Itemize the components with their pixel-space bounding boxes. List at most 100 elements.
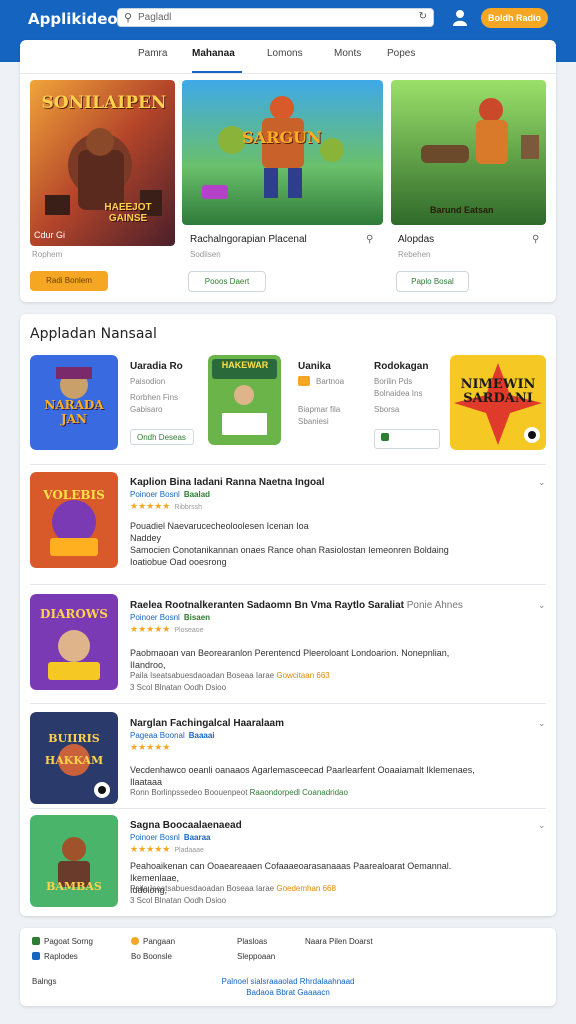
app-row-4-icon[interactable]: [30, 815, 118, 907]
chevron-down-icon[interactable]: ⌄: [538, 718, 546, 729]
app-row-2-tag: Bisaen: [183, 613, 211, 622]
footer-link-6[interactable]: Bo Boonsle: [131, 952, 172, 961]
star-icons: ★★★★★: [130, 742, 171, 752]
tab-monts[interactable]: Monts: [334, 48, 361, 59]
footer-link-1-label: Pagoat Sorng: [44, 937, 93, 946]
app-row-3-rating: ★★★★★: [130, 742, 170, 753]
app-row-2-meta-text: Paila Iseatsabuesdaoadan Boseaa Iarae: [130, 671, 275, 680]
footer-link-7[interactable]: Sleppoaan: [237, 952, 275, 961]
footer-link-5[interactable]: Raplodes: [32, 952, 78, 961]
app-row-4-meta2: 3 Scol Blnatan Oodh Dsioo: [130, 896, 227, 905]
app-row-3-sub: Pageaa Boonal Baaaai: [130, 731, 215, 740]
mini-app-1-title[interactable]: Uaradia Ro: [130, 361, 183, 372]
app-row-1-developer: Poinoer Bosnl: [130, 490, 180, 499]
featured-art-2[interactable]: [182, 80, 383, 225]
app-row-2-sub: Poinoer Bosnl Bisaen: [130, 613, 210, 622]
footer-icon-blue: [32, 952, 40, 960]
footer-link-2[interactable]: Pangaan: [131, 937, 175, 946]
brand-logo[interactable]: Applikideo: [28, 10, 118, 28]
mini-app-4-line1: Borilin Pds: [374, 377, 413, 386]
featured-3-title[interactable]: Alopdas: [398, 234, 434, 245]
search-input[interactable]: Pagladl: [138, 12, 171, 23]
footer-link-3[interactable]: Plasloas: [237, 937, 267, 946]
mini-app-4-title[interactable]: Rodokagan: [374, 361, 428, 372]
featured-art-1-caption: Cdur Gi: [34, 230, 66, 240]
tab-bar: Pamra Mahanaa Lomons Monts Popes: [20, 40, 556, 68]
featured-2-title[interactable]: Rachalngorapian Placenal: [190, 234, 307, 245]
mini-app-1-button-label: Ondh Deseas: [137, 433, 186, 442]
app-row-1-icon[interactable]: [30, 472, 118, 568]
divider: [30, 703, 546, 704]
footer-link-4[interactable]: Naara Pilen Doarst: [305, 937, 373, 946]
mini-app-1-art: NARADA JAN: [44, 398, 104, 426]
bookmark-icon[interactable]: ⚲: [366, 234, 373, 245]
app-row-3-tag: Baaaai: [188, 731, 215, 740]
mini-app-1-button[interactable]: Ondh Deseas: [130, 429, 194, 445]
app-row-2-meta2: 3 Scol Blnatan Oodh Dsioo: [130, 683, 227, 692]
app-row-2-title[interactable]: Raelea Rootnalkeranten Sadaomn Bn Vma Ra…: [130, 600, 463, 611]
featured-card: Pamra Mahanaa Lomons Monts Popes SONILAI…: [20, 40, 556, 302]
mini-app-4-line3: Sborsa: [374, 405, 400, 414]
tab-popes[interactable]: Popes: [387, 48, 415, 59]
footer-link-2-label: Pangaan: [143, 937, 176, 946]
app-row-2-art: DIAROWS: [40, 607, 108, 621]
chevron-down-icon[interactable]: ⌄: [538, 600, 546, 611]
app-row-3-title[interactable]: Narglan Fachingalcal Haaralaam: [130, 718, 284, 729]
app-row-2-desc: Paobmaoan van Beorearanlon Perentencd Pl…: [130, 648, 450, 670]
app-row-2-title-text: Raelea Rootnalkeranten Sadaomn Bn Vma Ra…: [130, 600, 404, 611]
chevron-down-icon[interactable]: ⌄: [538, 820, 546, 831]
app-row-3-meta: Ronn Borlinpssedeo Boouenpeot Raaondorpe…: [130, 788, 348, 797]
app-row-1-rating: ★★★★★ Ribbrssh: [130, 501, 202, 512]
bookmark-icon[interactable]: ⚲: [532, 234, 539, 245]
app-row-1-title-text: Kaplion Bina Iadani Ranna Naetna Ingoal: [130, 477, 325, 488]
divider: [30, 808, 546, 809]
mini-app-1-line2: Rorbhen Fins: [130, 393, 179, 402]
app-row-4-rating: ★★★★★ Pladaaae: [130, 844, 204, 855]
footer-center-link-1[interactable]: Palnoel sialsraaaolad Rhrdalaahnaad: [200, 977, 376, 986]
app-row-2-suffix: Ponie Ahnes: [406, 600, 463, 611]
app-row-1-title[interactable]: Kaplion Bina Iadani Ranna Naetna Ingoal: [130, 477, 324, 488]
app-row-1-sub: Poinoer Bosnl Baalad: [130, 490, 210, 499]
app-row-1-reviews: Ribbrssh: [174, 504, 202, 511]
app-row-4-meta-text: Paila Iseatsabuesdaoadan Boseaa Iarae: [130, 884, 275, 893]
featured-3-sub: Rebehen: [398, 250, 431, 259]
featured-1-button[interactable]: Radi Bonlem: [30, 271, 108, 291]
featured-3-button-label: Paplo Bosal: [411, 277, 454, 286]
mini-app-4-line2: Bolnaidea Ins: [374, 389, 423, 398]
search-icon: ⚲: [124, 12, 133, 24]
search-box[interactable]: ⚲ Pagladl ↻: [117, 8, 434, 27]
featured-art-1-subtitle: HAEEJOT GAINSE: [104, 202, 152, 224]
featured-art-3-caption: Barund Eatsan: [430, 205, 494, 215]
footer-icon-green: [32, 937, 40, 945]
mini-app-4-check: [381, 433, 389, 441]
footer-link-5-label: Raplodes: [44, 952, 78, 961]
app-row-3-meta-text: Ronn Borlinpssedeo Boouenpeot: [130, 788, 248, 797]
footer-center-link-2[interactable]: Badaoa Bbrat Gaaaacn: [200, 988, 376, 997]
app-row-4-art: BAMBAS: [46, 880, 102, 893]
app-row-4-meta: Paila Iseatsabuesdaoadan Boseaa Iarae Go…: [130, 884, 336, 893]
divider: [30, 464, 546, 465]
app-row-2-meta: Paila Iseatsabuesdaoadan Boseaa Iarae Go…: [130, 671, 330, 680]
app-row-4-developer: Poinoer Bosnl: [130, 833, 180, 842]
mini-app-4-button[interactable]: [374, 429, 440, 449]
tab-mahanaa[interactable]: Mahanaa: [192, 48, 235, 59]
featured-2-button[interactable]: Pooos Daert: [188, 271, 266, 292]
featured-art-3[interactable]: [391, 80, 546, 225]
app-row-4-title[interactable]: Sagna Boocaalaenaead: [130, 820, 242, 831]
refresh-icon[interactable]: ↻: [419, 11, 427, 22]
cta-button[interactable]: Boldh Radio: [481, 8, 548, 28]
app-row-4-reviews: Pladaaae: [174, 847, 204, 854]
app-row-4-meta-highlight: Goedemhan 668: [276, 884, 336, 893]
app-row-3-title-text: Narglan Fachingalcal Haaralaam: [130, 718, 284, 729]
user-icon[interactable]: [452, 9, 468, 26]
app-row-2-meta-highlight: Gowcitaan 663: [276, 671, 330, 680]
tab-lomons[interactable]: Lomons: [267, 48, 303, 59]
app-row-4-tag: Baaraa: [183, 833, 211, 842]
chevron-down-icon[interactable]: ⌄: [538, 477, 546, 488]
tab-pamra[interactable]: Pamra: [138, 48, 167, 59]
featured-3-button[interactable]: Paplo Bosal: [396, 271, 469, 292]
app-row-3-art: BUIIRIS HAKKAM: [44, 732, 104, 767]
footer-link-8[interactable]: Balngs: [32, 977, 56, 986]
mini-app-3-title[interactable]: Uanika: [298, 361, 331, 372]
footer-link-1[interactable]: Pagoat Sorng: [32, 937, 93, 946]
